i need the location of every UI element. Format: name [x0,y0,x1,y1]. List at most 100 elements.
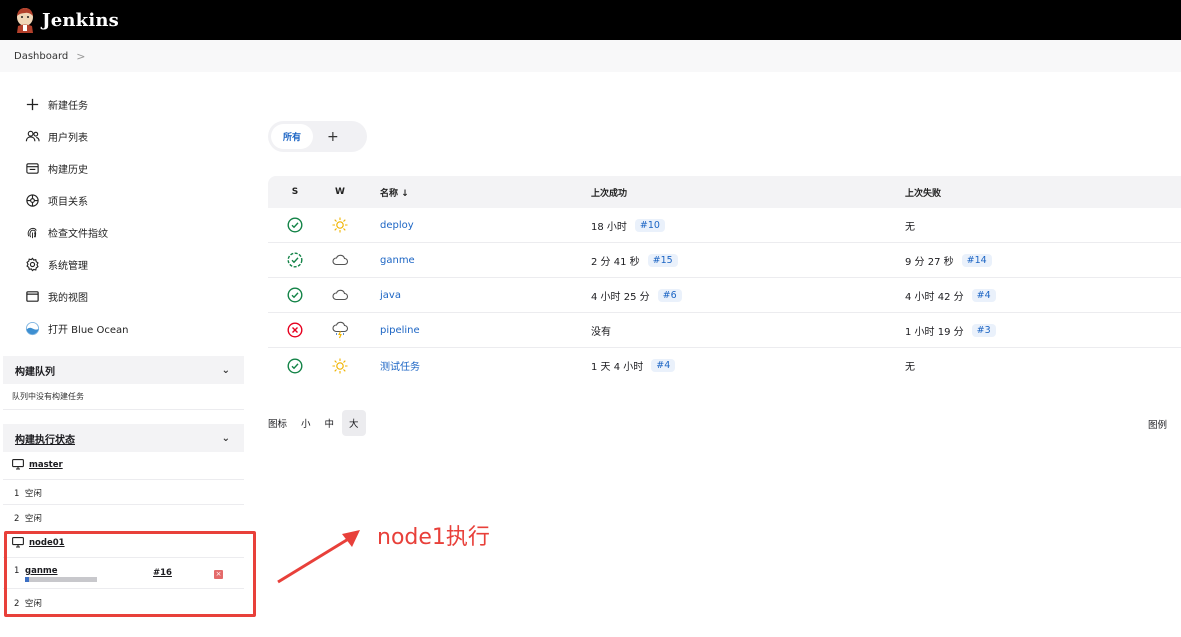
last-failure-cell: 9 分 27 秒 #14 [883,253,1181,268]
job-name-cell: 测试任务 [358,358,569,373]
last-failure-time: 无 [905,221,915,233]
task-manage-jenkins[interactable]: 系统管理 [0,248,244,280]
annotation-highlight-box [4,531,256,617]
success-status-icon[interactable] [268,287,322,303]
projectstatus-table: S W 名称 ↓ 上次成功 上次失败 deploy 18 小时 #10 无 ga… [268,176,1181,383]
job-link[interactable]: ganme [380,255,415,266]
last-success-build-link[interactable]: #4 [651,359,676,372]
job-link[interactable]: deploy [380,220,414,231]
divider [3,409,244,410]
last-failure-build-link[interactable]: #14 [961,253,992,267]
last-failure-cell: 1 小时 19 分 #3 [883,323,1181,338]
icon-size-small[interactable]: 小 [301,416,311,430]
task-label: 打开 Blue Ocean [48,324,129,336]
cloudy-weather-icon[interactable] [322,286,358,304]
last-failure-time: 9 分 27 秒 [905,256,954,268]
success-running-status-icon[interactable] [268,252,322,268]
task-project-relationship[interactable]: 项目关系 [0,184,244,216]
last-success-cell: 2 分 41 秒 #15 [569,253,883,268]
history-icon [24,160,40,176]
last-success-time: 1 天 4 小时 [591,362,644,373]
column-last-success[interactable]: 上次成功 [569,186,883,199]
task-fingerprint[interactable]: 检查文件指纹 [0,216,244,248]
executors-header[interactable]: 构建执行状态 ⌄ [3,424,244,452]
task-build-history[interactable]: 构建历史 [0,152,244,184]
task-my-views[interactable]: 我的视图 [0,280,244,312]
last-failure-cell: 4 小时 42 分 #4 [883,288,1181,303]
success-status-icon[interactable] [268,217,322,233]
last-success-build-link[interactable]: #6 [657,288,682,302]
relationship-icon [24,192,40,208]
last-failure-cell: 无 [883,358,1181,373]
job-row: pipeline 没有 1 小时 19 分 #3 [268,313,1181,348]
task-label: 用户列表 [48,132,88,144]
icon-size-label: 图标 [268,419,288,430]
add-view-button[interactable]: + [327,129,339,145]
job-name-cell: ganme [358,255,569,266]
job-row: java 4 小时 25 分 #6 4 小时 42 分 #4 [268,278,1181,313]
task-label: 检查文件指纹 [48,228,108,240]
last-failure-cell: 无 [883,218,1181,233]
last-success-cell: 1 天 4 小时 #4 [569,358,883,373]
build-queue-header[interactable]: 构建队列 ⌄ [3,356,244,384]
job-name-cell: java [358,290,569,301]
fingerprint-icon [24,224,40,240]
job-name-cell: deploy [358,220,569,231]
tab-all[interactable]: 所有 [271,124,314,149]
task-label: 系统管理 [48,260,88,272]
icon-size-large[interactable]: 大 [342,410,366,436]
blue-ocean-icon [24,320,40,336]
sunny-weather-icon[interactable] [322,357,358,375]
executor-row: 2 空闲 [14,514,42,524]
column-name[interactable]: 名称 ↓ [358,186,569,199]
job-row: deploy 18 小时 #10 无 [268,208,1181,243]
chevron-down-icon[interactable]: ⌄ [222,365,230,376]
last-success-time: 18 小时 [591,221,627,233]
job-link[interactable]: java [380,290,401,301]
column-last-failure[interactable]: 上次失败 [883,186,1181,199]
last-success-time: 4 小时 25 分 [591,291,650,303]
task-people[interactable]: 用户列表 [0,120,244,152]
cloudy-weather-icon[interactable] [322,251,358,269]
icon-size-selector: 图标 小 中 大 [268,410,366,436]
annotation-arrow-icon [277,530,360,584]
column-status[interactable]: S [268,187,322,197]
last-failure-time: 1 小时 19 分 [905,326,964,338]
window-icon [24,288,40,304]
failed-status-icon[interactable] [268,322,322,338]
storm-weather-icon[interactable] [322,321,358,339]
last-success-cell: 18 小时 #10 [569,218,883,233]
sidebar-tasks: 新建任务 用户列表 构建历史 项目关系 检查文件指纹 系统管理 我的视图 打开 … [0,88,244,344]
last-success-build-link[interactable]: #10 [634,218,665,232]
table-body: deploy 18 小时 #10 无 ganme 2 分 41 秒 #15 9 … [268,208,1181,383]
job-row: ganme 2 分 41 秒 #15 9 分 27 秒 #14 [268,243,1181,278]
job-name-cell: pipeline [358,325,569,336]
chevron-down-icon[interactable]: ⌄ [222,433,230,444]
build-queue-empty: 队列中没有构建任务 [12,392,84,401]
icon-size-medium[interactable]: 中 [325,416,335,430]
executors-title: 构建执行状态 [15,434,75,446]
last-failure-time: 4 小时 42 分 [905,291,964,303]
jenkins-logo-icon[interactable] [14,7,36,33]
task-label: 我的视图 [48,292,88,304]
legend-link[interactable]: 图例 [1148,417,1167,431]
executor-node-master[interactable]: master [12,459,63,470]
plus-icon [24,96,40,112]
success-status-icon[interactable] [268,357,322,374]
task-new-item[interactable]: 新建任务 [0,88,244,120]
job-link[interactable]: 测试任务 [380,362,420,373]
jenkins-title[interactable]: Jenkins [42,10,119,31]
task-open-blue-ocean[interactable]: 打开 Blue Ocean [0,312,244,344]
column-weather[interactable]: W [322,187,358,197]
sunny-weather-icon[interactable] [322,216,358,234]
node-name: master [29,459,63,470]
task-label: 项目关系 [48,196,88,208]
job-link[interactable]: pipeline [380,325,420,336]
last-failure-build-link[interactable]: #3 [971,323,996,337]
divider [3,504,244,505]
breadcrumb-dashboard[interactable]: Dashboard [14,51,68,62]
breadcrumb-chevron-icon[interactable]: > [76,50,85,63]
last-failure-build-link[interactable]: #4 [971,288,996,302]
task-label: 构建历史 [48,164,88,176]
last-success-build-link[interactable]: #15 [647,253,678,267]
